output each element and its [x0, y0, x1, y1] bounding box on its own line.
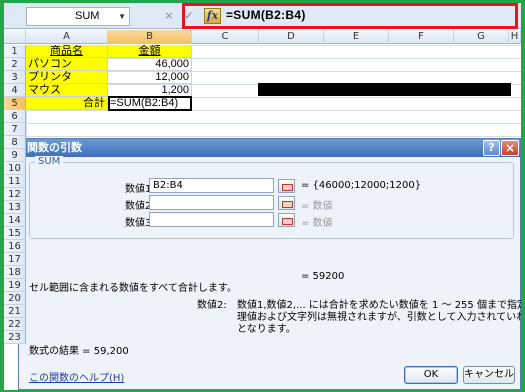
function-description: セル範囲に含まれる数値をすべて合計します。: [29, 283, 237, 294]
cell-a5[interactable]: 合計: [26, 97, 108, 110]
row-header-2[interactable]: 2: [4, 58, 26, 71]
total-result: = 59200: [301, 271, 345, 282]
arg3-input[interactable]: [149, 212, 274, 227]
arg-help-label: 数値2:: [197, 300, 227, 311]
row-header-18[interactable]: 18: [4, 266, 26, 279]
close-icon[interactable]: ×: [501, 140, 519, 156]
function-arguments-dialog: 関数の引数 ? × SUM 数値1 B2:B4 = {46000;12000;1…: [18, 138, 521, 390]
row-header-12[interactable]: 12: [4, 188, 26, 201]
row-header-23[interactable]: 23: [4, 331, 26, 344]
formula-result: 数式の結果 = 59,200: [29, 346, 129, 357]
arg1-result: = {46000;12000;1200}: [301, 180, 422, 191]
excel-window: SUM ▼ × ✓ fx =SUM(B2:B4) A B C D E F G H…: [4, 3, 521, 390]
row-header-3[interactable]: 3: [4, 71, 26, 84]
active-cell-outline: [108, 96, 192, 111]
name-box[interactable]: SUM ▼: [26, 7, 130, 26]
row-header-8[interactable]: 8: [4, 136, 26, 149]
row-header-6[interactable]: 6: [4, 110, 26, 123]
arg-help-text-line2: 理値および文字列は無視されますが、引数として入力されていれば計算の対象: [237, 312, 521, 323]
cancel-entry-icon[interactable]: ×: [162, 9, 176, 23]
arg3-label: 数値3: [125, 218, 152, 229]
cell-b2[interactable]: 46,000: [108, 58, 192, 71]
function-help-link[interactable]: この関数のヘルプ(H): [29, 369, 124, 384]
cancel-button[interactable]: キャンセル: [463, 366, 515, 384]
column-header-g[interactable]: G: [454, 30, 509, 44]
column-header-a[interactable]: A: [26, 30, 108, 44]
column-header-h[interactable]: H: [509, 30, 521, 44]
cell-a2[interactable]: パソコン: [26, 58, 108, 71]
arg-help-text-line1: 数値1,数値2,... には合計を求めたい数値を 1 ～ 255 個まで指定でき…: [237, 300, 521, 311]
cell-b1[interactable]: 金額: [108, 45, 192, 58]
column-header-c[interactable]: C: [192, 30, 259, 44]
row-header-11[interactable]: 11: [4, 175, 26, 188]
help-icon[interactable]: ?: [483, 140, 500, 156]
column-header-e[interactable]: E: [324, 30, 389, 44]
arg1-input[interactable]: B2:B4: [149, 178, 274, 193]
row-header-10[interactable]: 10: [4, 162, 26, 175]
arg3-result: = 数値: [301, 218, 333, 229]
row-header-14[interactable]: 14: [4, 214, 26, 227]
row-header-17[interactable]: 17: [4, 253, 26, 266]
cell-a1[interactable]: 商品名: [26, 45, 108, 58]
collapse-dialog-icon[interactable]: [278, 179, 295, 193]
chevron-down-icon[interactable]: ▼: [118, 8, 126, 25]
redaction-bar: [258, 83, 511, 96]
cell-a3[interactable]: プリンタ: [26, 71, 108, 84]
arg2-input[interactable]: [149, 195, 274, 210]
dialog-title[interactable]: 関数の引数: [19, 139, 520, 157]
row-header-13[interactable]: 13: [4, 201, 26, 214]
row-header-5[interactable]: 5: [4, 97, 26, 110]
arg2-label: 数値2: [125, 201, 152, 212]
arg-help-text-line3: となります。: [237, 324, 296, 335]
row-header-4[interactable]: 4: [4, 84, 26, 97]
collapse-dialog-icon[interactable]: [278, 196, 295, 210]
row-header-22[interactable]: 22: [4, 318, 26, 331]
row-header-19[interactable]: 19: [4, 279, 26, 292]
column-header-f[interactable]: F: [389, 30, 454, 44]
column-header-b[interactable]: B: [108, 30, 192, 44]
cell-a4[interactable]: マウス: [26, 84, 108, 97]
row-header-7[interactable]: 7: [4, 123, 26, 136]
column-headers: A B C D E F G H: [4, 30, 521, 44]
arg2-result: = 数値: [301, 201, 333, 212]
row-header-21[interactable]: 21: [4, 305, 26, 318]
select-all-corner[interactable]: [4, 30, 26, 44]
row-header-9[interactable]: 9: [4, 149, 26, 162]
row-header-1[interactable]: 1: [4, 45, 26, 58]
ok-button[interactable]: OK: [404, 366, 458, 384]
row-header-16[interactable]: 16: [4, 240, 26, 253]
cell-b3[interactable]: 12,000: [108, 71, 192, 84]
column-header-d[interactable]: D: [259, 30, 324, 44]
row-header-20[interactable]: 20: [4, 292, 26, 305]
annotation-highlight-box: [182, 3, 518, 29]
function-name: SUM: [35, 156, 64, 167]
arg1-label: 数値1: [125, 184, 152, 195]
name-box-value: SUM: [75, 10, 100, 22]
row-header-15[interactable]: 15: [4, 227, 26, 240]
collapse-dialog-icon[interactable]: [278, 213, 295, 227]
